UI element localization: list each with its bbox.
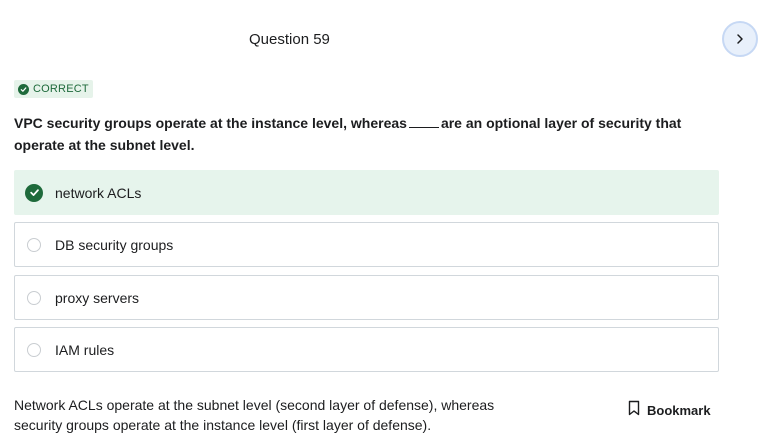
question-title: Question 59	[249, 31, 330, 48]
chevron-right-icon	[734, 33, 746, 45]
answer-option-4[interactable]: IAM rules	[14, 327, 719, 372]
check-circle-icon	[18, 83, 29, 95]
next-question-button[interactable]	[722, 21, 758, 57]
bookmark-button[interactable]: Bookmark	[628, 400, 711, 421]
radio-button[interactable]	[27, 290, 41, 305]
radio-button[interactable]	[27, 237, 41, 252]
answer-option-label: IAM rules	[55, 341, 115, 358]
question-text-part1: VPC security groups operate at the insta…	[14, 115, 407, 131]
answer-option-label: network ACLs	[55, 184, 142, 201]
status-text: CORRECT	[33, 83, 89, 95]
question-prompt: VPC security groups operate at the insta…	[14, 112, 719, 156]
answer-option-2[interactable]: DB security groups	[14, 222, 719, 267]
check-circle-icon	[25, 183, 43, 202]
bookmark-label: Bookmark	[647, 403, 711, 418]
quiz-review-page: Question 59 CORRECT VPC security groups …	[0, 0, 771, 442]
answer-blank	[408, 115, 439, 128]
answer-explanation: Network ACLs operate at the subnet level…	[14, 397, 495, 433]
answer-option-label: DB security groups	[55, 236, 174, 253]
answer-option-1[interactable]: network ACLs	[14, 170, 719, 215]
answer-option-3[interactable]: proxy servers	[14, 275, 719, 320]
correct-status-badge: CORRECT	[14, 80, 93, 98]
radio-button[interactable]	[27, 342, 41, 357]
bookmark-icon	[628, 400, 640, 421]
answer-option-label: proxy servers	[55, 289, 140, 306]
